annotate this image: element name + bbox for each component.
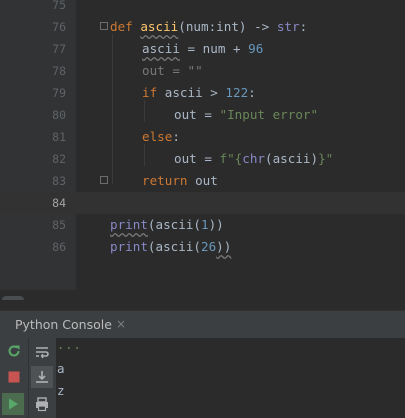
horizontal-scrollbar[interactable] xyxy=(2,296,24,300)
code-line[interactable]: 76 def ascii(num:int) -> str: xyxy=(0,16,405,38)
console-output-line: z xyxy=(57,383,65,398)
line-number: 75 xyxy=(52,0,66,12)
code-text: print(ascii(1)) xyxy=(110,217,224,232)
close-icon[interactable]: × xyxy=(116,317,126,331)
line-number: 84 xyxy=(52,196,66,210)
code-line[interactable]: 82 out = f"{chr(ascii)}" xyxy=(0,148,405,170)
line-number: 79 xyxy=(52,86,66,100)
code-line[interactable]: 79 if ascii > 122: xyxy=(0,82,405,104)
code-text: out = f"{chr(ascii)}" xyxy=(174,151,334,166)
rerun-icon[interactable] xyxy=(3,342,25,360)
console-tab-bar: Python Console × xyxy=(0,310,405,338)
code-text: out = "" xyxy=(142,63,203,78)
line-number: 81 xyxy=(52,130,66,144)
line-number: 86 xyxy=(52,240,66,254)
console-prompt: ... xyxy=(57,338,82,352)
code-line[interactable]: 86 print(ascii(26)) xyxy=(0,236,405,258)
line-number: 82 xyxy=(52,152,66,166)
code-line[interactable]: 78 out = "" xyxy=(0,60,405,82)
line-number: 80 xyxy=(52,108,66,122)
scroll-to-end-icon[interactable] xyxy=(31,366,53,388)
code-line[interactable]: 81 else: xyxy=(0,126,405,148)
console-output-area[interactable]: ... a z xyxy=(0,338,405,418)
fold-marker-icon[interactable] xyxy=(100,22,108,30)
console-tab-title[interactable]: Python Console xyxy=(15,317,112,332)
code-text: ascii = num + 96 xyxy=(142,41,264,56)
code-line[interactable]: 80 out = "Input error" xyxy=(0,104,405,126)
code-text: print(ascii(26)) xyxy=(110,239,232,254)
code-line[interactable]: 85 print(ascii(1)) xyxy=(0,214,405,236)
fold-marker-icon[interactable] xyxy=(100,176,108,184)
stop-icon[interactable] xyxy=(3,368,25,386)
run-icon[interactable] xyxy=(2,393,24,415)
line-number: 76 xyxy=(52,20,66,34)
console-output-line: a xyxy=(57,361,65,376)
code-line[interactable]: 75 xyxy=(0,0,405,16)
code-text: else: xyxy=(142,129,180,144)
line-number: 83 xyxy=(52,174,66,188)
print-icon[interactable] xyxy=(31,395,53,413)
code-text: if ascii > 122: xyxy=(142,85,256,100)
line-number: 77 xyxy=(52,42,66,56)
code-editor[interactable]: 75 76 def ascii(num:int) -> str: 77 asci… xyxy=(0,0,405,300)
console-toolbar xyxy=(0,338,56,418)
code-text: return out xyxy=(142,173,218,188)
toolbar-divider xyxy=(28,338,29,418)
code-line[interactable]: 77 ascii = num + 96 xyxy=(0,38,405,60)
line-number: 78 xyxy=(52,64,66,78)
code-text: def ascii(num:int) -> str: xyxy=(110,19,308,34)
soft-wrap-icon[interactable] xyxy=(31,343,53,361)
current-code-line[interactable]: 84 xyxy=(0,192,405,214)
code-line[interactable]: 83 return out xyxy=(0,170,405,192)
line-number: 85 xyxy=(52,218,66,232)
code-text: out = "Input error" xyxy=(174,107,319,122)
